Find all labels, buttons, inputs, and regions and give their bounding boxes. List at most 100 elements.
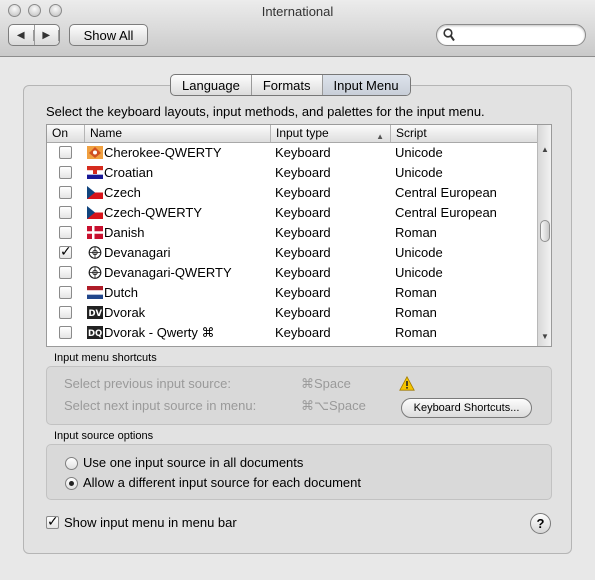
enable-checkbox[interactable] [59,306,72,319]
tab-bar: Language Formats Input Menu [170,74,411,96]
back-button[interactable]: ◀ [9,25,35,45]
table-row[interactable]: Czech-QWERTY Keyboard Central European [47,203,537,223]
enable-checkbox[interactable] [59,266,72,279]
tab-formats[interactable]: Formats [252,75,323,95]
row-name: Czech-QWERTY [104,205,202,220]
row-input-type: Keyboard [275,145,331,160]
checkmark-icon: ✓ [60,243,72,259]
row-script: Unicode [395,245,443,260]
row-input-type: Keyboard [275,265,331,280]
enable-checkbox[interactable]: ✓ [59,243,72,259]
scroll-down-arrow-icon[interactable]: ▼ [538,329,551,344]
column-header-script[interactable]: Script [391,125,537,142]
row-name: Croatian [104,165,154,180]
row-input-type: Keyboard [275,205,331,220]
row-name: Devanagari-QWERTY [104,265,232,280]
row-input-type: Keyboard [275,245,331,260]
enable-checkbox[interactable] [59,166,72,179]
tab-language[interactable]: Language [171,75,252,95]
table-row[interactable]: ✓ Devanagari Keyboard Unicode [47,243,537,263]
row-name: Dvorak [104,305,146,320]
previous-source-label: Select previous input source: [64,376,231,391]
instructions-text: Select the keyboard layouts, input metho… [46,104,485,119]
show-all-button[interactable]: Show All [69,24,148,46]
row-script: Unicode [395,165,443,180]
table-vertical-scrollbar[interactable]: ▲ ▼ [537,125,551,346]
search-icon [443,28,455,42]
table-row[interactable]: Cherokee-QWERTY Keyboard Unicode [47,143,537,163]
one-source-label: Use one input source in all documents [83,455,304,470]
input-type-header-label: Input type [276,126,329,140]
warning-icon [399,376,415,391]
radio-one-source[interactable] [65,457,78,470]
row-input-type: Keyboard [275,305,331,320]
svg-text:DQ: DQ [88,329,102,339]
row-input-type: Keyboard [275,165,331,180]
options-group [46,444,552,500]
devanagari-icon [88,246,102,259]
row-input-type: Keyboard [275,285,331,300]
row-name: Dvorak - Qwerty ⌘ [104,325,215,340]
scrollbar-thumb[interactable] [540,220,550,242]
row-name: Cherokee-QWERTY [104,145,222,160]
window-titlebar: International ◀ ▶ Show All [0,0,595,57]
search-field[interactable] [436,24,586,46]
netherlands-flag-icon [87,286,103,299]
table-rows: Cherokee-QWERTY Keyboard Unicode Croatia… [47,143,537,343]
enable-checkbox[interactable] [59,326,72,339]
column-header-input-type[interactable]: Input type ▲ [271,125,391,142]
forward-arrow-icon: ▶ [35,29,59,41]
czech-flag-icon [87,206,103,219]
back-forward-control: ◀ ▶ [8,24,60,46]
table-row[interactable]: Danish Keyboard Roman [47,223,537,243]
column-header-on[interactable]: On [47,125,85,142]
enable-checkbox[interactable] [59,226,72,239]
scroll-up-arrow-icon[interactable]: ▲ [538,142,551,157]
denmark-flag-icon [87,226,103,239]
enable-checkbox[interactable] [59,206,72,219]
enable-checkbox[interactable] [59,186,72,199]
next-source-shortcut: ⌘⌥Space [301,398,366,413]
table-row[interactable]: DV Dvorak Keyboard Roman [47,303,537,323]
table-row[interactable]: DQ Dvorak - Qwerty ⌘ Keyboard Roman [47,323,537,343]
devanagari-icon [88,266,102,279]
keyboard-shortcuts-button[interactable]: Keyboard Shortcuts... [401,398,532,418]
row-script: Roman [395,225,437,240]
enable-checkbox[interactable] [59,286,72,299]
forward-button[interactable]: ▶ [35,25,59,45]
checkmark-icon: ✓ [47,513,59,529]
show-input-menu-label: Show input menu in menu bar [64,515,237,530]
radio-different-source[interactable] [65,477,78,490]
row-script: Unicode [395,145,443,160]
row-input-type: Keyboard [275,185,331,200]
input-sources-table[interactable]: On Name Input type ▲ Script Cherokee-QWE… [46,124,552,347]
svg-text:DV: DV [89,309,103,319]
row-input-type: Keyboard [275,225,331,240]
row-name: Dutch [104,285,138,300]
row-name: Danish [104,225,145,240]
show-input-menu-checkbox[interactable]: ✓ [46,513,59,529]
dvorak-qwerty-layout-icon: DQ [87,326,103,339]
next-source-label: Select next input source in menu: [64,398,257,413]
row-script: Roman [395,285,437,300]
column-header-name[interactable]: Name [85,125,271,142]
enable-checkbox[interactable] [59,146,72,159]
previous-source-shortcut: ⌘Space [301,376,351,391]
table-row[interactable]: Devanagari-QWERTY Keyboard Unicode [47,263,537,283]
table-row[interactable]: Czech Keyboard Central European [47,183,537,203]
help-button[interactable]: ? [530,513,551,534]
row-script: Roman [395,305,437,320]
row-script: Roman [395,325,437,340]
shortcuts-heading: Input menu shortcuts [54,352,157,364]
croatia-flag-icon [87,166,103,179]
cherokee-flag-icon [87,146,103,159]
tab-input-menu[interactable]: Input Menu [322,75,410,95]
table-header: On Name Input type ▲ Script [47,125,537,143]
row-name: Devanagari [104,245,171,260]
window-title: International [261,4,334,19]
table-row[interactable]: Dutch Keyboard Roman [47,283,537,303]
table-row[interactable]: Croatian Keyboard Unicode [47,163,537,183]
row-name: Czech [104,185,141,200]
row-script: Central European [395,185,497,200]
different-source-label: Allow a different input source for each … [83,475,361,490]
